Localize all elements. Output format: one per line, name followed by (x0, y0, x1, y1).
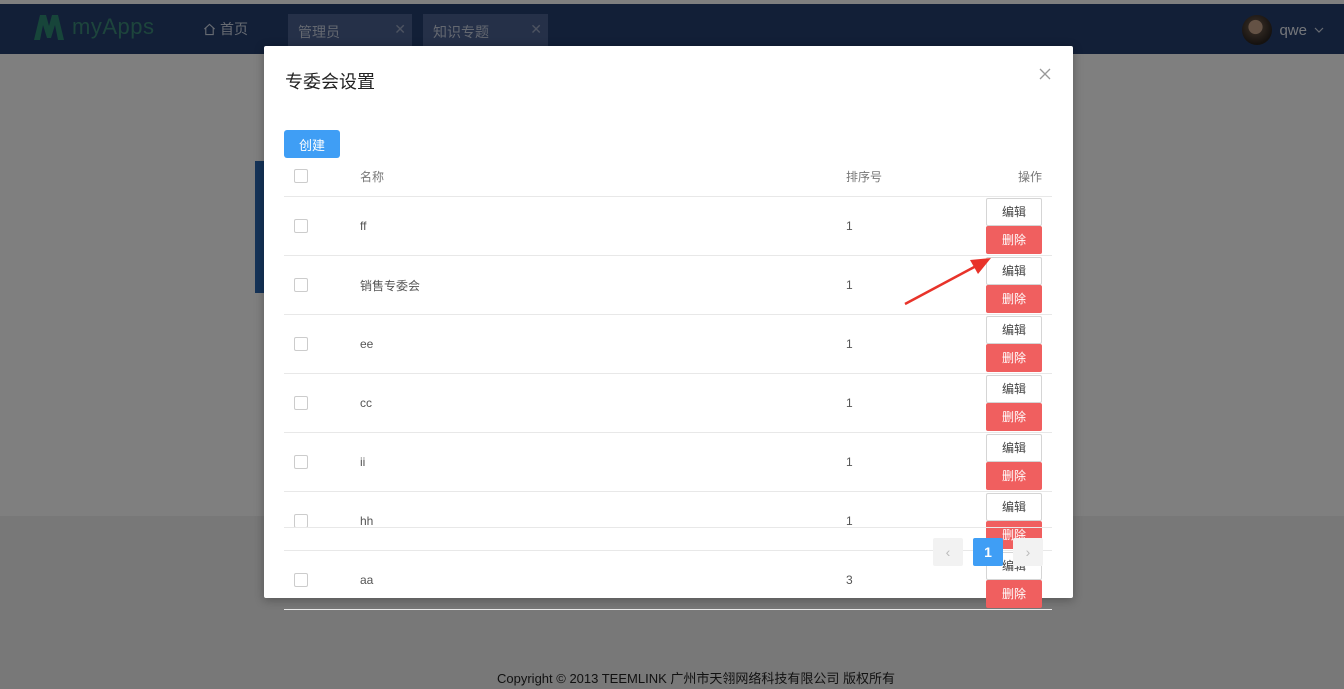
select-all-checkbox[interactable] (294, 169, 308, 184)
close-icon[interactable] (1037, 66, 1053, 82)
column-header-action: 操作 (1017, 169, 1042, 184)
table-row: ee 1 编辑删除 (284, 314, 1052, 374)
row-checkbox[interactable] (294, 573, 308, 588)
create-button[interactable]: 创建 (284, 130, 340, 158)
row-name: 销售专委会 (345, 255, 831, 315)
edit-button[interactable]: 编辑 (986, 375, 1042, 403)
delete-button[interactable]: 删除 (986, 344, 1042, 372)
table-row: cc 1 编辑删除 (284, 373, 1052, 433)
row-checkbox[interactable] (294, 396, 308, 411)
row-sort: 1 (831, 255, 967, 315)
column-header-name: 名称 (360, 169, 385, 184)
delete-button[interactable]: 删除 (986, 403, 1042, 431)
row-sort: 1 (831, 432, 967, 492)
edit-button[interactable]: 编辑 (986, 316, 1042, 344)
row-checkbox[interactable] (294, 278, 308, 293)
pagination-divider (284, 527, 1052, 528)
row-sort: 1 (831, 196, 967, 256)
table-row: 销售专委会 1 编辑删除 (284, 255, 1052, 315)
chevron-right-icon: › (1025, 544, 1031, 560)
footer-copyright: Copyright © 2013 TEEMLINK 广州市天翎网络科技有限公司 … (497, 671, 895, 686)
edit-button[interactable]: 编辑 (986, 198, 1042, 226)
row-name: cc (345, 373, 831, 433)
row-checkbox[interactable] (294, 455, 308, 470)
column-header-sort: 排序号 (846, 169, 883, 184)
committee-settings-dialog: 专委会设置 创建 名称 排序号 操作 ff 1 编辑删除 销售专委会 1 编辑删… (264, 46, 1073, 610)
row-name: ii (345, 432, 831, 492)
table-row: ii 1 编辑删除 (284, 432, 1052, 492)
row-name: ee (345, 314, 831, 374)
chevron-left-icon: ‹ (945, 544, 951, 560)
page-next-button[interactable]: › (1013, 538, 1043, 566)
row-name: hh (345, 491, 831, 551)
delete-button[interactable]: 删除 (986, 226, 1042, 254)
delete-button[interactable]: 删除 (986, 285, 1042, 313)
edit-button[interactable]: 编辑 (986, 257, 1042, 285)
row-name: ff (345, 196, 831, 256)
dialog-title: 专委会设置 (285, 72, 375, 92)
row-sort: 1 (831, 314, 967, 374)
table-header-row: 名称 排序号 操作 (284, 156, 1052, 197)
edit-button[interactable]: 编辑 (986, 493, 1042, 521)
delete-button[interactable]: 删除 (986, 580, 1042, 608)
row-name: aa (345, 550, 831, 610)
row-checkbox[interactable] (294, 219, 308, 234)
table-row: ff 1 编辑删除 (284, 196, 1052, 256)
page-prev-button[interactable]: ‹ (933, 538, 963, 566)
row-checkbox[interactable] (294, 337, 308, 352)
row-sort: 1 (831, 373, 967, 433)
page-current-button[interactable]: 1 (973, 538, 1003, 566)
edit-button[interactable]: 编辑 (986, 434, 1042, 462)
delete-button[interactable]: 删除 (986, 462, 1042, 490)
